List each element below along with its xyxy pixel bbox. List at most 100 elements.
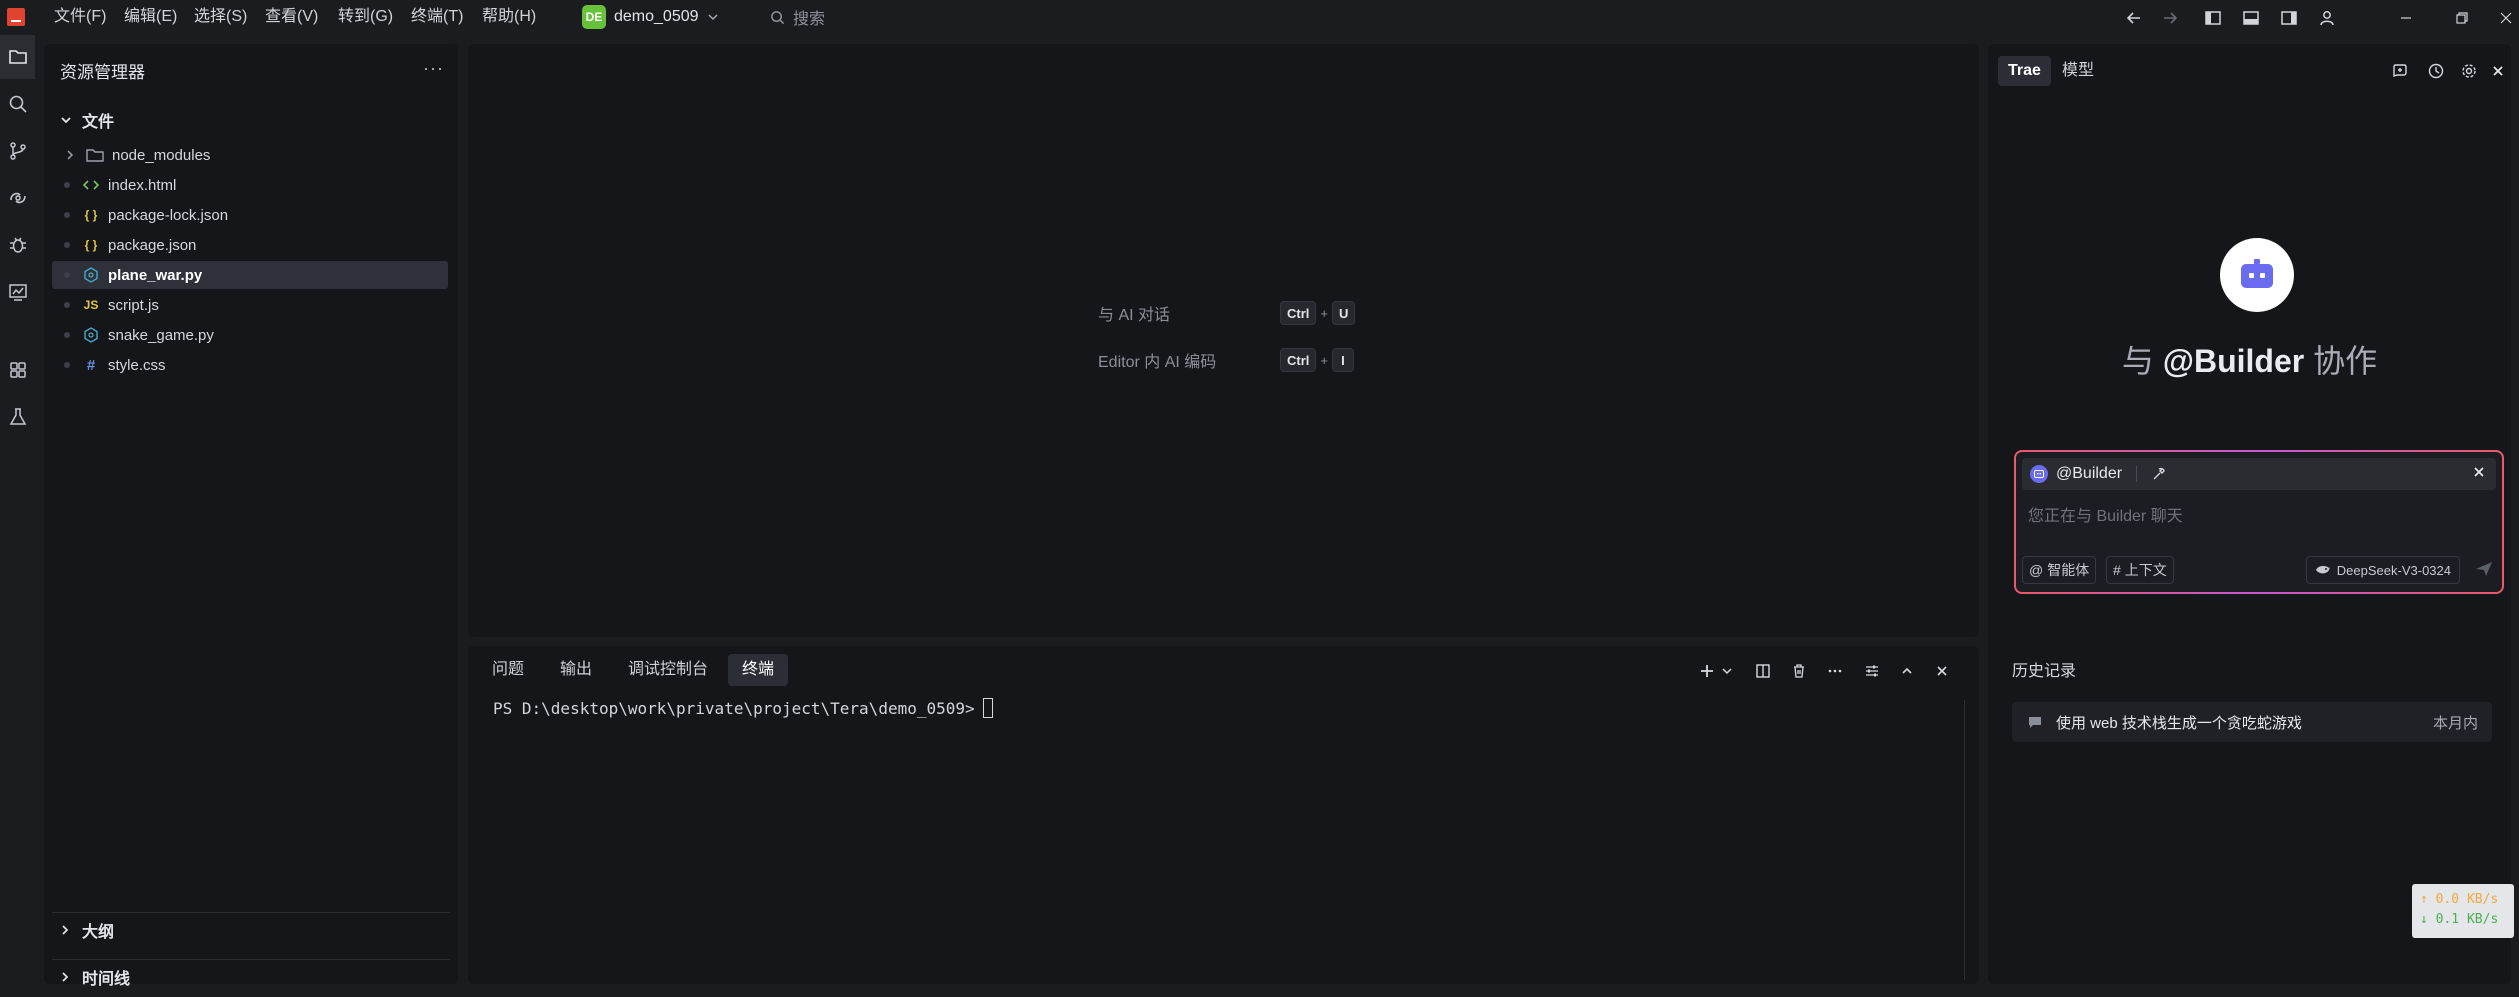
- section-outline-label: 大纲: [82, 923, 115, 941]
- files-icon[interactable]: [0, 35, 35, 79]
- project-name: demo_0509: [614, 8, 699, 25]
- menu-help[interactable]: 帮助(H): [479, 6, 539, 28]
- terminal-scrollbar[interactable]: [1964, 700, 1965, 980]
- section-outline[interactable]: 大纲: [52, 912, 450, 946]
- window-close-icon[interactable]: [2494, 6, 2518, 30]
- chevron-right-icon: [60, 971, 70, 982]
- source-control-icon[interactable]: [0, 129, 35, 173]
- send-icon[interactable]: [2474, 560, 2494, 578]
- extensions-icon[interactable]: [0, 348, 35, 392]
- remove-agent-icon[interactable]: [2472, 465, 2486, 479]
- toggle-sidebar-icon[interactable]: [2201, 6, 2225, 30]
- close-panel-icon[interactable]: [1931, 660, 1953, 682]
- toggle-secondary-sidebar-icon[interactable]: [2277, 6, 2301, 30]
- menu-selection[interactable]: 选择(S): [191, 6, 250, 28]
- editor-area[interactable]: 与 AI 对话 Ctrl + U Editor 内 AI 编码 Ctrl + I: [468, 44, 1979, 637]
- back-arrow-icon[interactable]: [2122, 6, 2146, 30]
- menu-file[interactable]: 文件(F): [51, 6, 109, 28]
- history-icon[interactable]: [2425, 60, 2447, 82]
- history-item[interactable]: 使用 web 技术栈生成一个贪吃蛇游戏 本月内: [2012, 702, 2492, 742]
- tab-models[interactable]: 模型: [2052, 56, 2104, 86]
- tab-output[interactable]: 输出: [546, 654, 606, 686]
- file-snake-game-py[interactable]: snake_game.py: [52, 321, 448, 349]
- menu-view[interactable]: 查看(V): [262, 6, 321, 28]
- close-icon[interactable]: [2487, 60, 2509, 82]
- tab-debug-console[interactable]: 调试控制台: [614, 654, 722, 686]
- panel-settings-icon[interactable]: [1861, 660, 1883, 682]
- hash-icon: #: [2113, 562, 2121, 578]
- file-dot: [64, 362, 70, 368]
- terminal-prompt: PS D:\desktop\work\private\project\Tera\…: [493, 698, 975, 718]
- forward-arrow-icon[interactable]: [2158, 6, 2182, 30]
- more-actions-icon[interactable]: ···: [423, 58, 444, 79]
- more-actions-icon[interactable]: [1824, 660, 1846, 682]
- status-bar: [0, 990, 2519, 997]
- preview-icon[interactable]: [0, 270, 35, 314]
- section-files-label: 文件: [82, 114, 115, 131]
- new-terminal-icon[interactable]: [1696, 660, 1718, 682]
- menu-terminal[interactable]: 终端(T): [408, 6, 466, 28]
- debug-icon[interactable]: [0, 223, 35, 267]
- collab-title: 与 @Builder 协作: [1988, 336, 2511, 382]
- file-name: script.js: [108, 296, 159, 314]
- section-timeline-label: 时间线: [82, 970, 131, 988]
- kbd-plus: +: [1320, 305, 1328, 321]
- file-script-js[interactable]: JS script.js: [52, 291, 448, 319]
- restore-icon[interactable]: [2450, 6, 2474, 30]
- testing-icon[interactable]: [0, 395, 35, 439]
- new-chat-icon[interactable]: [2389, 60, 2411, 82]
- file-index-html[interactable]: index.html: [52, 171, 448, 199]
- folder-node-modules[interactable]: node_modules: [52, 141, 448, 169]
- history-item-title: 使用 web 技术栈生成一个贪吃蛇游戏: [2056, 714, 2302, 732]
- collab-title-prefix: 与: [2121, 343, 2154, 379]
- remote-icon[interactable]: [0, 176, 35, 220]
- folder-icon: [84, 147, 106, 163]
- maximize-panel-icon[interactable]: [1896, 660, 1918, 682]
- account-icon[interactable]: [2315, 6, 2339, 30]
- model-selector[interactable]: DeepSeek-V3-0324: [2305, 556, 2460, 584]
- builder-agent-icon: [2030, 465, 2048, 483]
- search-icon: [770, 10, 785, 25]
- menu-edit[interactable]: 编辑(E): [121, 6, 180, 28]
- toggle-panel-icon[interactable]: [2239, 6, 2263, 30]
- file-style-css[interactable]: # style.css: [52, 351, 448, 379]
- agents-chip[interactable]: @ 智能体: [2022, 556, 2097, 584]
- model-name: DeepSeek-V3-0324: [2336, 562, 2451, 578]
- tab-problems[interactable]: 问题: [478, 654, 538, 686]
- project-switcher[interactable]: DE demo_0509: [582, 3, 719, 31]
- download-speed: ↓ 0.1 KB/s: [2420, 912, 2499, 927]
- kbd-i: I: [1331, 348, 1354, 372]
- builder-bot-icon: [2220, 238, 2294, 312]
- css-icon: #: [86, 356, 96, 374]
- file-plane-war-py[interactable]: plane_war.py: [52, 261, 448, 289]
- minimize-icon[interactable]: [2394, 6, 2418, 30]
- kbd-ctrl: Ctrl: [1280, 348, 1317, 372]
- section-timeline[interactable]: 时间线: [52, 959, 450, 993]
- ai-chat-panel: Trae 模型 与 @Builder 协作 @Builder 您正在与 Buil…: [1988, 44, 2511, 984]
- file-dot: [64, 332, 70, 338]
- chat-input-placeholder[interactable]: 您正在与 Builder 聊天: [2028, 502, 2183, 526]
- context-chip[interactable]: # 上下文: [2106, 556, 2174, 584]
- section-files[interactable]: 文件: [60, 108, 114, 132]
- tools-icon[interactable]: [2151, 466, 2167, 482]
- chat-input-box[interactable]: @Builder 您正在与 Builder 聊天 @ 智能体 # 上下文 Dee…: [2014, 450, 2504, 594]
- command-search[interactable]: 搜索: [770, 5, 825, 29]
- file-package-json[interactable]: { } package.json: [52, 231, 448, 259]
- collab-title-suffix: 协作: [2313, 343, 2378, 379]
- menu-goto[interactable]: 转到(G): [335, 6, 396, 28]
- chevron-down-icon[interactable]: [1716, 660, 1738, 682]
- file-dot: [64, 272, 70, 278]
- trash-icon[interactable]: [1788, 660, 1810, 682]
- search-icon[interactable]: [0, 82, 35, 126]
- settings-icon[interactable]: [2458, 60, 2480, 82]
- activity-bar: [0, 35, 35, 997]
- agent-chip[interactable]: @Builder: [2022, 458, 2496, 490]
- explorer-panel: 资源管理器 ··· 文件 node_modules index.html { }…: [44, 44, 458, 988]
- file-package-lock-json[interactable]: { } package-lock.json: [52, 201, 448, 229]
- tab-trae[interactable]: Trae: [1998, 56, 2051, 86]
- terminal-output[interactable]: PS D:\desktop\work\private\project\Tera\…: [493, 698, 993, 718]
- tab-terminal[interactable]: 终端: [728, 654, 789, 686]
- split-terminal-icon[interactable]: [1752, 660, 1774, 682]
- file-dot: [64, 302, 70, 308]
- file-name: package-lock.json: [108, 206, 229, 224]
